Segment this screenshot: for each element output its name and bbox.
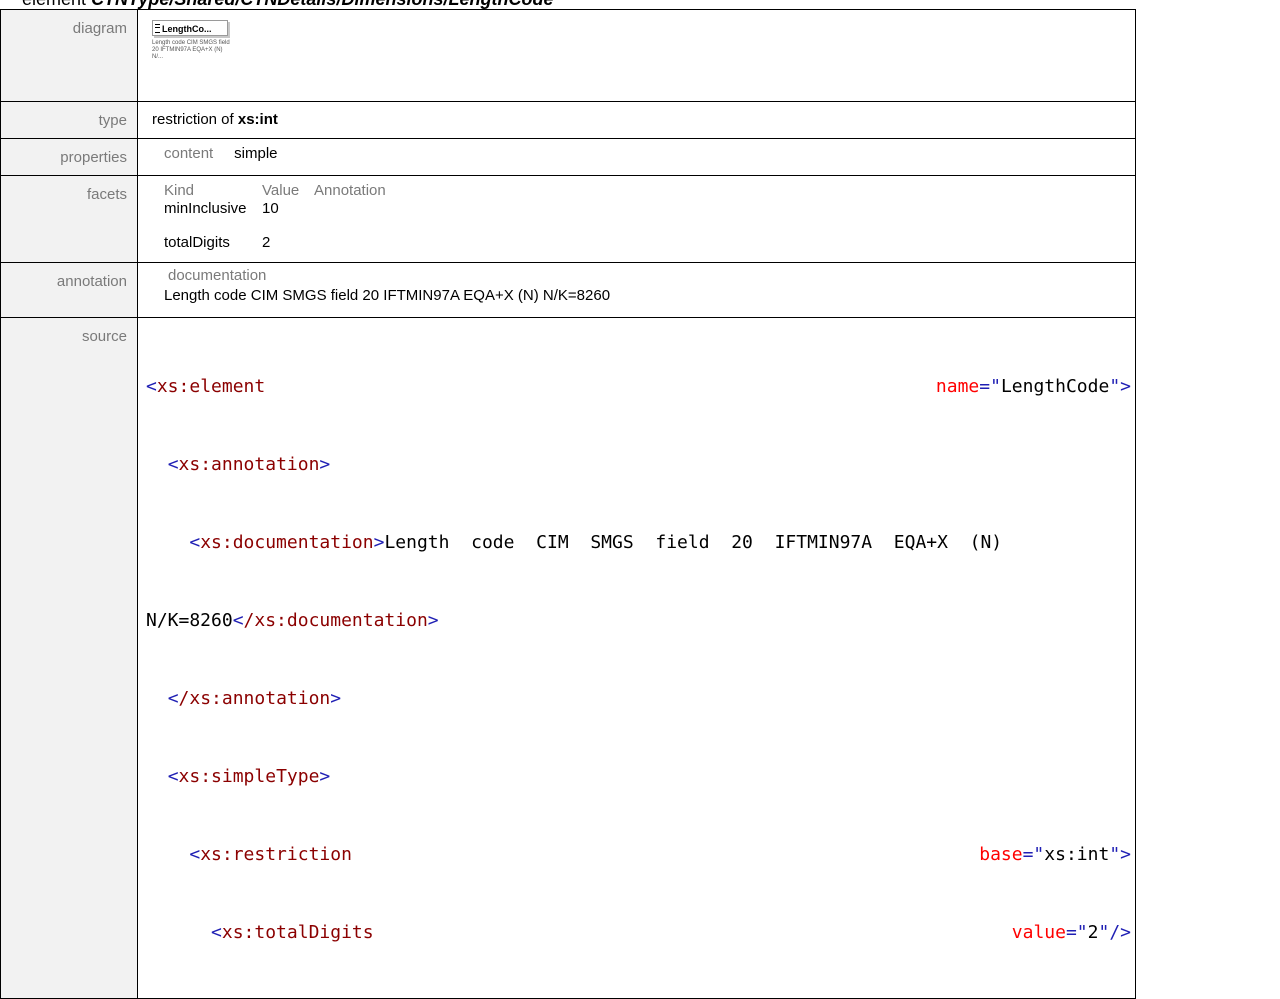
properties-label: properties <box>0 138 138 176</box>
type-cell: restriction of xs:int <box>137 101 1136 139</box>
facet-header-kind: Kind <box>164 182 195 199</box>
facets-table: Kind Value Annotation minInclusive 10 to… <box>164 182 1135 253</box>
source-cell: <xs:element name="LengthCode"> <xs:annot… <box>137 317 1136 999</box>
element-doc-table: diagram LengthCo... Length code CIM SMGS… <box>0 9 1136 999</box>
source-row: source <xs:element name="LengthCode"> <x… <box>0 317 1136 999</box>
property-key: content <box>164 145 214 162</box>
source-line: <xs:documentation>Length code CIM SMGS f… <box>189 532 1003 553</box>
type-row: type restriction of xs:int <box>0 101 1136 139</box>
source-line: <xs:annotation> <box>167 454 331 475</box>
page-title-prefix: element <box>22 0 86 9</box>
element-glyph-icon <box>155 24 160 33</box>
source-line: N/K=8260</xs:documentation> <box>146 610 439 631</box>
source-label: source <box>0 317 138 999</box>
properties-row: properties content simple <box>0 138 1136 176</box>
diagram-element-box[interactable]: LengthCo... <box>152 20 228 36</box>
annotation-cell: documentation Length code CIM SMGS field… <box>137 262 1136 318</box>
facet-kind: minInclusive <box>164 200 247 217</box>
page-title-path: CTNType/Shared/CTNDetails/Dimensions/Len… <box>91 0 553 9</box>
type-base-link[interactable]: xs:int <box>238 111 278 128</box>
source-line: <xs:totalDigits value="2"/> <box>211 922 1131 943</box>
annotation-row: annotation documentation Length code CIM… <box>0 262 1136 318</box>
diagram-label: diagram <box>0 9 138 102</box>
source-line: </xs:annotation> <box>167 688 342 709</box>
type-prefix: restriction of <box>152 111 234 128</box>
facets-cell: Kind Value Annotation minInclusive 10 to… <box>137 175 1136 263</box>
facet-header-value: Value <box>262 182 300 199</box>
page-title: element CTNType/Shared/CTNDetails/Dimens… <box>22 0 553 9</box>
type-label: type <box>0 101 138 139</box>
xml-source-code: <xs:element name="LengthCode"> <xs:annot… <box>138 318 1135 998</box>
diagram-row: diagram LengthCo... Length code CIM SMGS… <box>0 9 1136 102</box>
documentation-heading: documentation <box>168 267 267 284</box>
source-line: <xs:simpleType> <box>167 766 331 787</box>
diagram-note: Length code CIM SMGS field 20 IFTMIN97A … <box>152 40 230 60</box>
facet-kind: totalDigits <box>164 234 230 251</box>
facet-header-annotation: Annotation <box>314 182 386 199</box>
facets-row: facets Kind Value Annotation minInclusiv… <box>0 175 1136 263</box>
property-value: simple <box>234 145 278 162</box>
annotation-label: annotation <box>0 262 138 318</box>
facets-label: facets <box>0 175 138 263</box>
source-line: <xs:element name="LengthCode"> <box>146 376 1131 397</box>
documentation-text: Length code CIM SMGS field 20 IFTMIN97A … <box>164 287 611 304</box>
diagram-box-label: LengthCo... <box>162 24 212 34</box>
properties-cell: content simple <box>137 138 1136 176</box>
diagram-cell: LengthCo... Length code CIM SMGS field 2… <box>137 9 1136 102</box>
facet-value: 10 <box>262 200 279 217</box>
facet-value: 2 <box>262 234 271 251</box>
source-line: <xs:restriction base="xs:int"> <box>189 844 1131 865</box>
